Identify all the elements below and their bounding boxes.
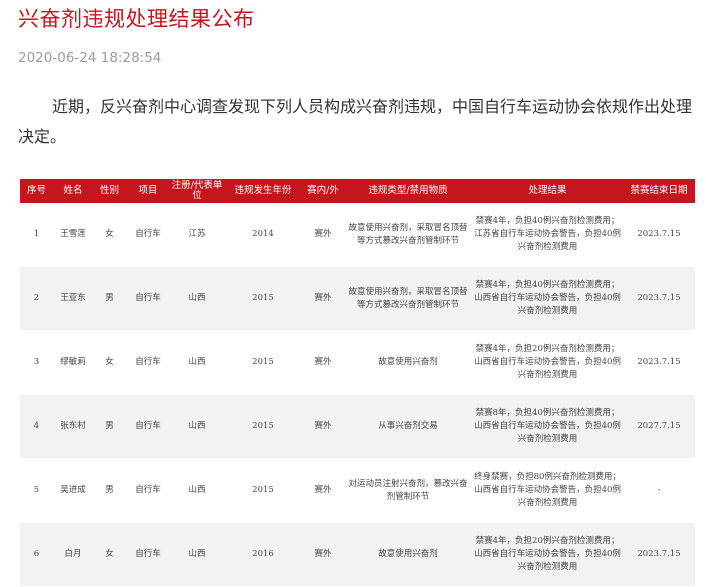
cell-in-out: 赛外 — [302, 394, 344, 459]
cell-violation: 故意使用兴奋剂，采取冒名顶替等方式篡改兴奋剂管制环节 — [344, 266, 472, 331]
cell-index: 1 — [20, 203, 53, 267]
cell-result: 禁赛4年，负担40例兴奋剂检测费用；山西省自行车运动协会警告，负担40例兴奋剂检… — [472, 266, 623, 331]
cell-unit: 山西 — [170, 266, 224, 331]
table-row: 5 吴进成 男 自行车 山西 2015 赛外 对运动员注射兴奋剂，篡改兴奋剂管制… — [20, 458, 695, 523]
cell-gender: 男 — [93, 266, 126, 331]
cell-end-date: 2023.7.15 — [623, 522, 695, 587]
article-page: 兴奋剂违规处理结果公布 2020-06-24 18:28:54 近期，反兴奋剂中… — [0, 0, 706, 587]
table-row: 3 缪敏莉 女 自行车 山西 2015 赛外 故意使用兴奋剂 禁赛4年，负担20… — [20, 330, 695, 395]
cell-unit: 山西 — [170, 522, 224, 587]
cell-in-out: 赛外 — [302, 330, 344, 395]
cell-year: 2015 — [224, 266, 302, 331]
cell-index: 2 — [20, 266, 53, 331]
violation-table: 序号 姓名 性别 项目 注册/代表单位 违规发生年份 赛内/外 违规类型/禁用物… — [20, 179, 695, 587]
table-row: 2 王亚东 男 自行车 山西 2015 赛外 故意使用兴奋剂，采取冒名顶替等方式… — [20, 266, 695, 331]
cell-end-date: 2023.7.15 — [623, 203, 695, 267]
cell-index: 5 — [20, 458, 53, 523]
cell-year: 2015 — [224, 394, 302, 459]
cell-in-out: 赛外 — [302, 203, 344, 267]
cell-result: 禁赛4年，负担20例兴奋剂检测费用；山西省自行车运动协会警告，负担40例兴奋剂检… — [472, 330, 623, 395]
cell-unit: 山西 — [170, 330, 224, 395]
cell-year: 2015 — [224, 458, 302, 523]
cell-sport: 自行车 — [126, 394, 170, 459]
cell-index: 3 — [20, 330, 53, 395]
header-gender: 性别 — [93, 179, 126, 203]
cell-violation: 故意使用兴奋剂 — [344, 330, 472, 395]
cell-gender: 女 — [93, 203, 126, 267]
cell-unit: 山西 — [170, 458, 224, 523]
header-unit: 注册/代表单位 — [170, 179, 224, 203]
header-name: 姓名 — [53, 179, 93, 203]
cell-violation: 从事兴奋剂交易 — [344, 394, 472, 459]
cell-year: 2015 — [224, 330, 302, 395]
cell-violation: 故意使用兴奋剂 — [344, 522, 472, 587]
cell-index: 6 — [20, 522, 53, 587]
cell-sport: 自行车 — [126, 330, 170, 395]
cell-violation: 故意使用兴奋剂，采取冒名顶替等方式篡改兴奋剂管制环节 — [344, 203, 472, 267]
cell-gender: 女 — [93, 330, 126, 395]
cell-sport: 自行车 — [126, 266, 170, 331]
cell-sport: 自行车 — [126, 203, 170, 267]
cell-gender: 男 — [93, 394, 126, 459]
cell-year: 2016 — [224, 522, 302, 587]
cell-name: 王亚东 — [53, 266, 93, 331]
table-row: 4 张东村 男 自行车 山西 2015 赛外 从事兴奋剂交易 禁赛8年，负担40… — [20, 394, 695, 459]
cell-name: 王雪莲 — [53, 203, 93, 267]
cell-result: 禁赛8年，负担40例兴奋剂检测费用；山西省自行车运动协会警告，负担40例兴奋剂检… — [472, 394, 623, 459]
header-result: 处理结果 — [472, 179, 623, 203]
cell-index: 4 — [20, 394, 53, 459]
table-row: 1 王雪莲 女 自行车 江苏 2014 赛外 故意使用兴奋剂，采取冒名顶替等方式… — [20, 203, 695, 267]
cell-gender: 女 — [93, 522, 126, 587]
article-title: 兴奋剂违规处理结果公布 — [18, 7, 255, 31]
cell-sport: 自行车 — [126, 458, 170, 523]
cell-name: 白月 — [53, 522, 93, 587]
cell-gender: 男 — [93, 458, 126, 523]
cell-in-out: 赛外 — [302, 522, 344, 587]
cell-result: 禁赛4年，负担20例兴奋剂检测费用；山西省自行车运动协会警告，负担40例兴奋剂检… — [472, 522, 623, 587]
header-in-out: 赛内/外 — [302, 179, 344, 203]
cell-sport: 自行车 — [126, 522, 170, 587]
cell-end-date: 2027.7.15 — [623, 394, 695, 459]
publish-datetime: 2020-06-24 18:28:54 — [18, 50, 162, 66]
cell-result: 禁赛4年，负担40例兴奋剂检测费用；江苏省自行车运动协会警告，负担40例兴奋剂检… — [472, 203, 623, 267]
header-index: 序号 — [20, 179, 53, 203]
cell-name: 张东村 — [53, 394, 93, 459]
table-header-row: 序号 姓名 性别 项目 注册/代表单位 违规发生年份 赛内/外 违规类型/禁用物… — [20, 179, 695, 203]
cell-name: 缪敏莉 — [53, 330, 93, 395]
cell-in-out: 赛外 — [302, 266, 344, 331]
cell-in-out: 赛外 — [302, 458, 344, 523]
cell-unit: 江苏 — [170, 203, 224, 267]
cell-result: 终身禁赛，负担80例兴奋剂检测费用；山西省自行车运动协会警告，负担40例兴奋剂检… — [472, 458, 623, 523]
header-end-date: 禁赛结束日期 — [623, 179, 695, 203]
header-year: 违规发生年份 — [224, 179, 302, 203]
cell-end-date: - — [623, 458, 695, 523]
cell-end-date: 2023.7.15 — [623, 330, 695, 395]
table-row: 6 白月 女 自行车 山西 2016 赛外 故意使用兴奋剂 禁赛4年，负担20例… — [20, 522, 695, 587]
cell-end-date: 2023.7.15 — [623, 266, 695, 331]
cell-unit: 山西 — [170, 394, 224, 459]
header-sport: 项目 — [126, 179, 170, 203]
cell-year: 2014 — [224, 203, 302, 267]
header-violation: 违规类型/禁用物质 — [344, 179, 472, 203]
article-intro: 近期，反兴奋剂中心调查发现下列人员构成兴奋剂违规，中国自行车运动协会依规作出处理… — [18, 97, 693, 146]
cell-name: 吴进成 — [53, 458, 93, 523]
cell-violation: 对运动员注射兴奋剂，篡改兴奋剂管制环节 — [344, 458, 472, 523]
